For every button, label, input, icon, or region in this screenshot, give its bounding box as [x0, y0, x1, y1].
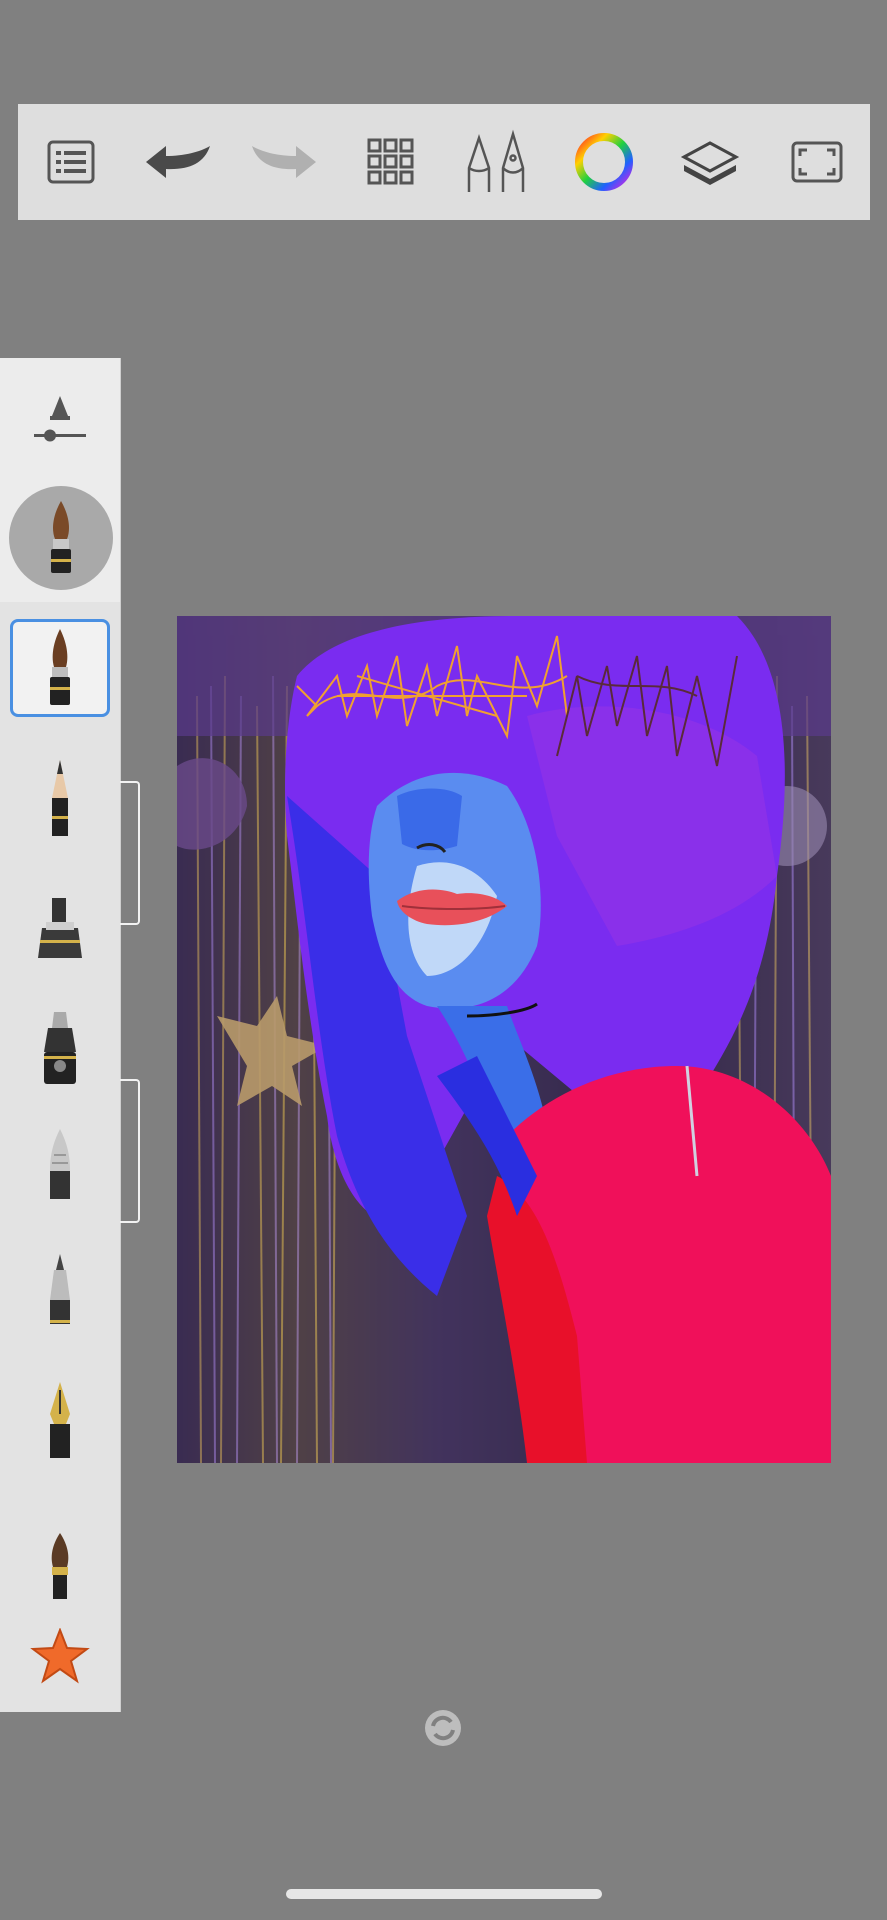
- list-icon[interactable]: [31, 122, 111, 202]
- brush-size-icon[interactable]: [30, 392, 90, 452]
- drawing-canvas[interactable]: [177, 616, 831, 1463]
- brush-ink-brush[interactable]: [10, 619, 110, 717]
- brush-paintbrush[interactable]: [10, 1517, 110, 1615]
- brush-chisel-marker[interactable]: [10, 1000, 110, 1098]
- brush-marker[interactable]: [10, 880, 110, 978]
- airbrush-icon: [50, 1129, 70, 1199]
- paintbrush-icon: [51, 501, 71, 573]
- undo-arrow-icon[interactable]: [138, 122, 218, 202]
- pencil-icon: [52, 760, 68, 836]
- home-indicator[interactable]: [286, 1889, 602, 1899]
- current-brush-preview[interactable]: [9, 486, 113, 590]
- color-wheel-icon[interactable]: [564, 122, 644, 202]
- ballpoint-icon: [50, 1254, 70, 1324]
- grid-icon[interactable]: [351, 122, 431, 202]
- marker-icon: [38, 898, 82, 958]
- brush-pens-icon[interactable]: [457, 122, 537, 202]
- artwork: [177, 616, 831, 1463]
- brush-airbrush[interactable]: [10, 1117, 110, 1215]
- brush-ballpoint[interactable]: [10, 1242, 110, 1340]
- fountain-pen-icon: [50, 1382, 70, 1458]
- brush-list: [0, 602, 121, 1712]
- ink-brush-icon: [50, 629, 70, 705]
- redo-arrow-icon[interactable]: [244, 122, 324, 202]
- brush-group-bracket: [120, 1079, 140, 1223]
- top-toolbar: [18, 104, 870, 220]
- paintbrush-icon: [51, 1533, 69, 1599]
- brush-palette-header: [0, 358, 121, 602]
- layers-icon[interactable]: [670, 122, 750, 202]
- chisel-marker-icon: [44, 1012, 76, 1084]
- fullscreen-icon[interactable]: [777, 122, 857, 202]
- brush-fountain-pen[interactable]: [10, 1372, 110, 1470]
- brush-group-bracket: [120, 781, 140, 925]
- star-icon[interactable]: [30, 1627, 90, 1688]
- brush-pencil[interactable]: [10, 750, 110, 848]
- rotate-icon[interactable]: [423, 1708, 463, 1752]
